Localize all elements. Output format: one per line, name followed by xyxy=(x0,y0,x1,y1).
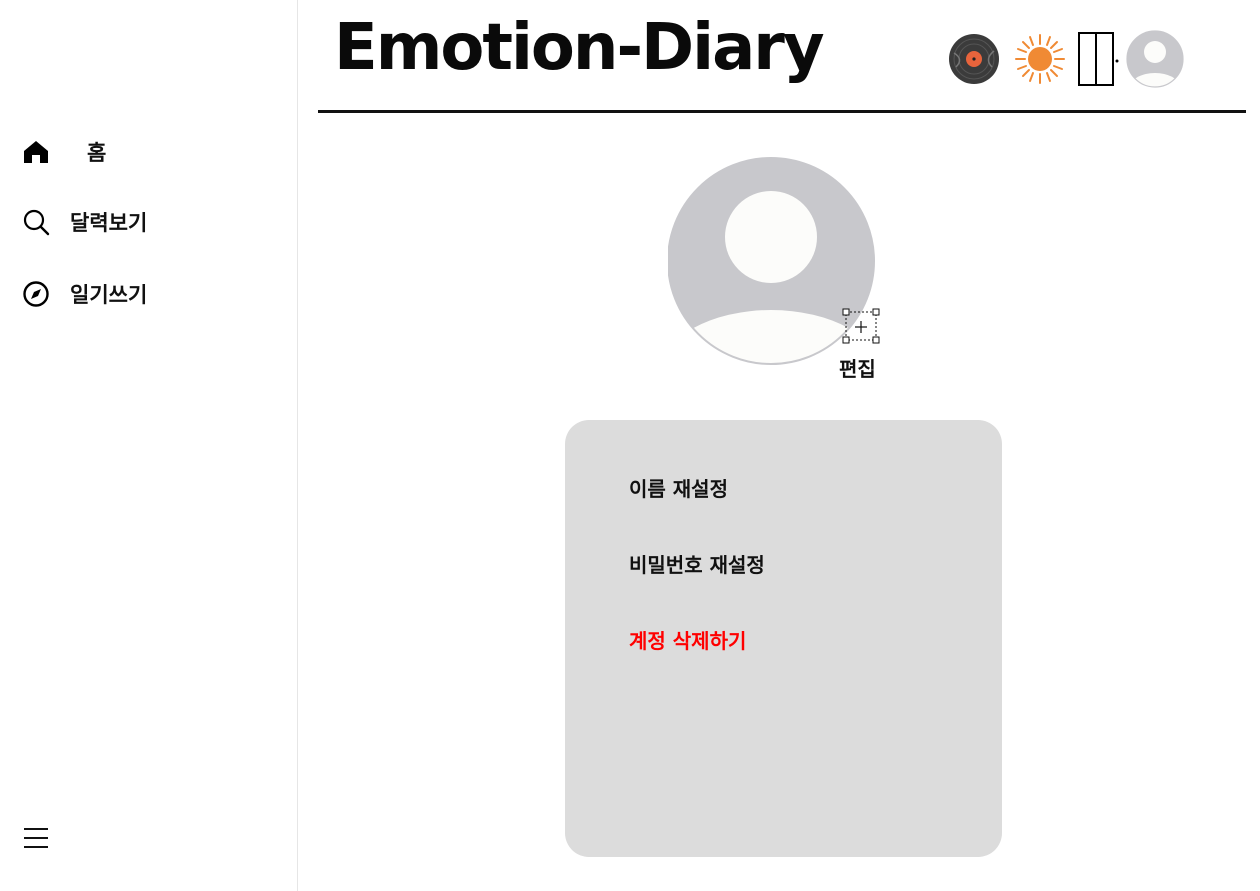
sidebar-item-label: 달력보기 xyxy=(70,211,148,235)
door-icon[interactable] xyxy=(1076,31,1122,87)
sun-icon[interactable] xyxy=(1014,33,1066,85)
app-title[interactable]: Emotion-Diary xyxy=(334,10,825,87)
search-icon xyxy=(22,208,50,236)
add-photo-icon[interactable] xyxy=(842,308,880,348)
reset-name-button[interactable]: 이름 재설정 xyxy=(629,473,728,502)
sidebar-item-write-diary[interactable]: 일기쓰기 xyxy=(22,276,147,312)
settings-card: 이름 재설정 비밀번호 재설정 계정 삭제하기 xyxy=(565,420,1002,857)
sidebar-item-label: 홈 xyxy=(87,141,107,165)
compass-icon xyxy=(22,280,50,308)
vinyl-record-icon[interactable] xyxy=(948,33,1000,85)
sidebar-item-home[interactable]: 홈 xyxy=(22,134,106,170)
sidebar-item-calendar[interactable]: 달력보기 xyxy=(22,204,147,240)
header: Emotion-Diary xyxy=(318,0,1246,113)
sidebar: 홈 달력보기 일기쓰기 xyxy=(0,0,298,891)
reset-password-button[interactable]: 비밀번호 재설정 xyxy=(629,549,765,578)
app-root: 홈 달력보기 일기쓰기 Emotion-Diary 편집 이름 재설정 비밀번호… xyxy=(0,0,1260,891)
home-icon xyxy=(22,138,50,166)
header-icons xyxy=(948,30,1184,88)
delete-account-button[interactable]: 계정 삭제하기 xyxy=(629,625,746,654)
hamburger-menu-icon[interactable] xyxy=(22,824,50,852)
edit-profile-button[interactable]: 편집 xyxy=(839,353,876,382)
profile-avatar[interactable] xyxy=(667,157,878,382)
user-avatar-icon[interactable] xyxy=(1126,30,1184,88)
sidebar-item-label: 일기쓰기 xyxy=(70,283,148,307)
